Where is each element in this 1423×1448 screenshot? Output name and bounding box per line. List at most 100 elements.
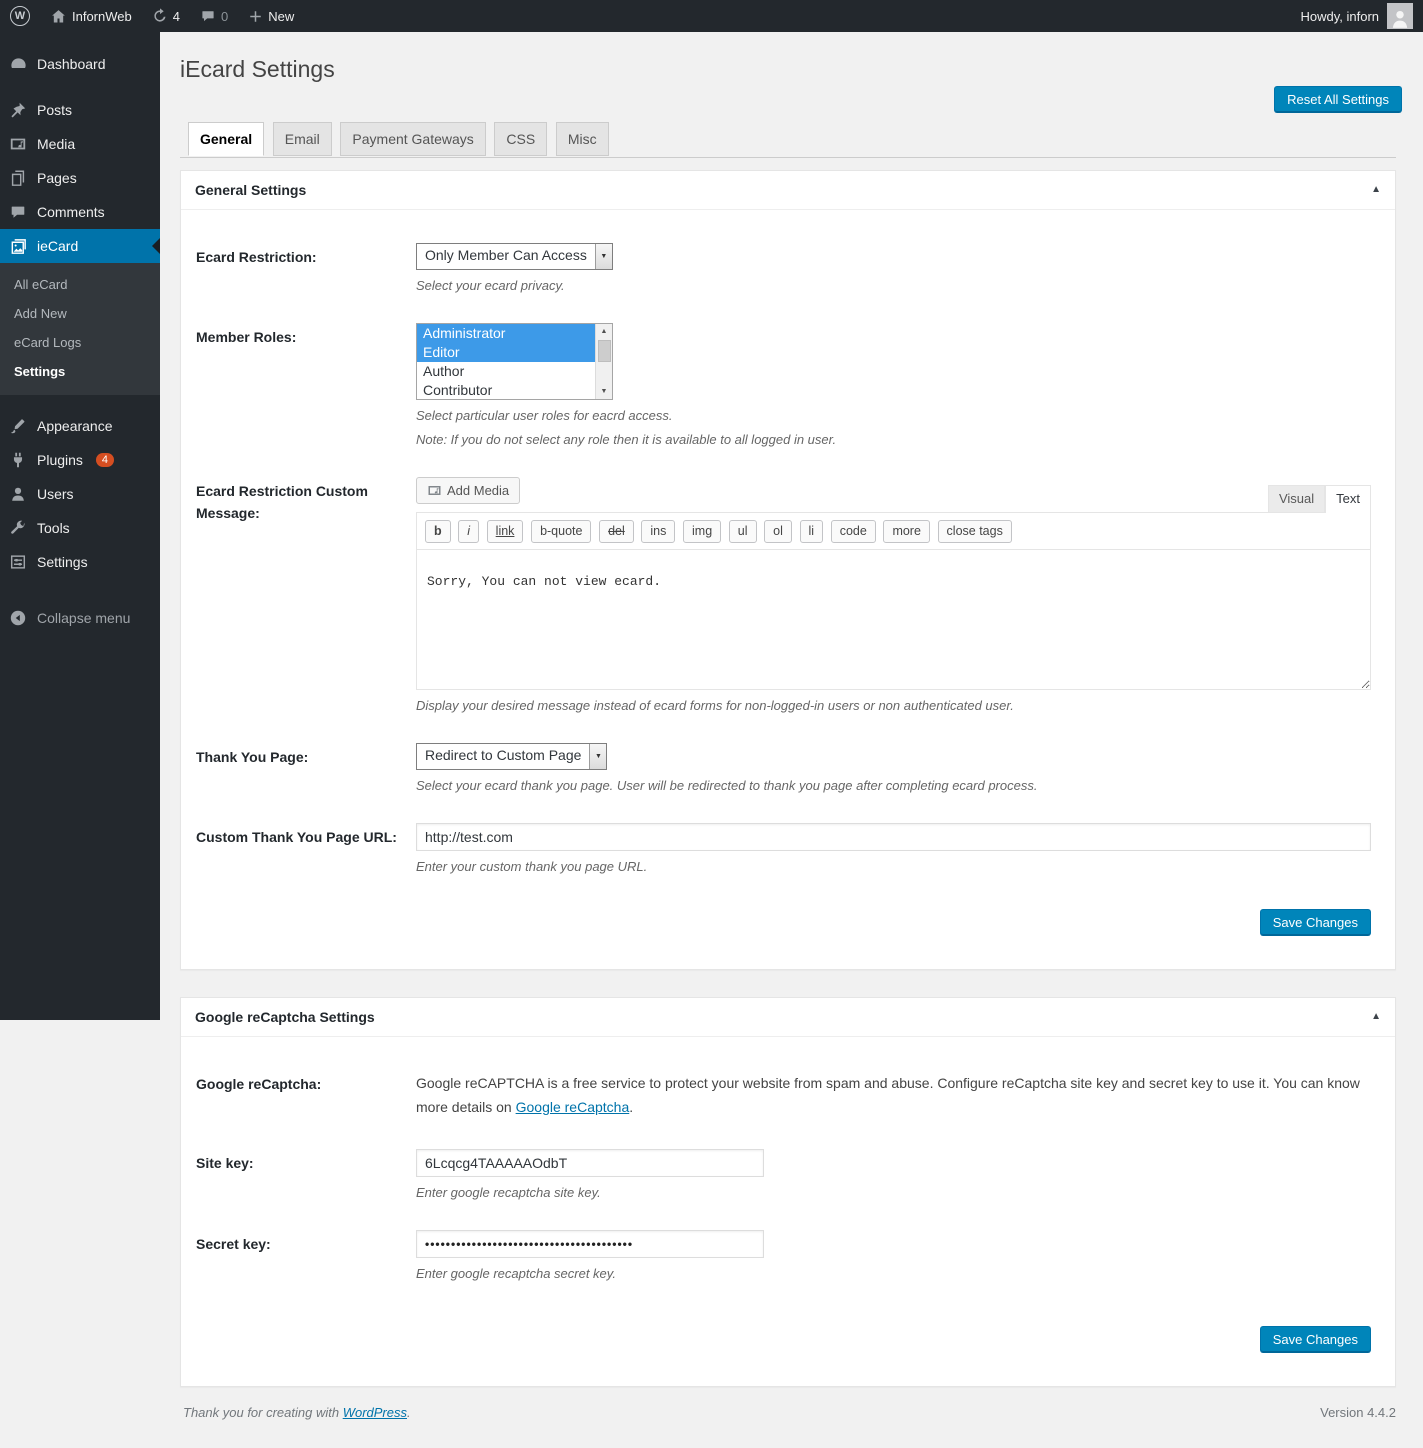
howdy-label[interactable]: Howdy, inforn xyxy=(1300,9,1379,24)
code-button[interactable]: code xyxy=(830,519,876,543)
member-roles-listbox[interactable]: Administrator Editor Author Contributor … xyxy=(416,322,613,400)
admin-sidebar: Dashboard Posts Media Pages Comments ieC… xyxy=(0,32,160,1020)
text-tab[interactable]: Text xyxy=(1325,484,1371,513)
thank-you-page-help: Select your ecard thank you page. User w… xyxy=(416,777,1038,793)
chevron-down-icon: ▼ xyxy=(594,243,612,269)
iecard-submenu: All eCard Add New eCard Logs Settings xyxy=(0,263,160,395)
li-button[interactable]: li xyxy=(799,519,824,543)
ecard-restriction-value: Only Member Can Access xyxy=(425,246,587,263)
submenu-item-add-new[interactable]: Add New xyxy=(0,299,160,328)
recaptcha-settings-box: Google reCaptcha Settings ▲ Google reCap… xyxy=(180,996,1396,1388)
sidebar-item-tools[interactable]: Tools xyxy=(0,511,160,545)
sidebar-item-label: Media xyxy=(37,136,76,152)
secret-key-input[interactable] xyxy=(416,1230,764,1259)
sidebar-item-label: Collapse menu xyxy=(37,610,131,626)
sidebar-item-appearance[interactable]: Appearance xyxy=(0,409,160,443)
sidebar-item-plugins[interactable]: Plugins 4 xyxy=(0,443,160,477)
sidebar-item-users[interactable]: Users xyxy=(0,477,160,511)
custom-message-label: Ecard Restriction Custom Message: xyxy=(196,482,368,522)
submenu-item-settings[interactable]: Settings xyxy=(0,357,160,386)
role-option-author[interactable]: Author xyxy=(417,362,595,381)
collapse-section-icon[interactable]: ▲ xyxy=(1371,184,1381,195)
role-option-contributor[interactable]: Contributor xyxy=(417,381,595,399)
custom-message-textarea[interactable]: Sorry, You can not view ecard. xyxy=(416,549,1371,690)
sidebar-item-settings[interactable]: Settings xyxy=(0,545,160,579)
ecard-restriction-select[interactable]: Only Member Can Access ▼ xyxy=(416,242,613,270)
listbox-scrollbar[interactable]: ▲ ▼ xyxy=(595,323,612,399)
page-title: iEcard Settings xyxy=(180,56,335,82)
collapse-section-icon[interactable]: ▲ xyxy=(1371,1011,1381,1022)
role-option-administrator[interactable]: Administrator xyxy=(417,323,595,343)
thank-you-page-select[interactable]: Redirect to Custom Page ▼ xyxy=(416,742,608,770)
bold-button[interactable]: b xyxy=(425,519,451,543)
sidebar-collapse-menu[interactable]: Collapse menu xyxy=(0,601,160,635)
user-icon xyxy=(8,484,28,504)
tab-general[interactable]: General xyxy=(188,121,265,156)
tab-payment-gateways[interactable]: Payment Gateways xyxy=(340,121,486,156)
add-media-button[interactable]: Add Media xyxy=(416,476,521,504)
submenu-item-ecard-logs[interactable]: eCard Logs xyxy=(0,328,160,357)
sidebar-item-label: Tools xyxy=(37,520,70,536)
google-recaptcha-link[interactable]: Google reCaptcha xyxy=(516,1099,630,1115)
message-editor: Add Media Visual Text b i link b-quote d… xyxy=(416,476,1371,690)
del-button[interactable]: del xyxy=(599,519,634,543)
ul-button[interactable]: ul xyxy=(728,519,757,543)
quicktags-toolbar: b i link b-quote del ins img ul ol li co… xyxy=(416,511,1371,550)
comments-menu[interactable]: 0 xyxy=(190,0,238,32)
link-button[interactable]: link xyxy=(486,519,524,543)
admin-bar: W InfornWeb 4 0 New Howdy, inforn xyxy=(0,0,1423,32)
sidebar-item-iecard[interactable]: ieCard xyxy=(0,229,160,263)
chevron-down-icon: ▼ xyxy=(589,743,607,769)
submenu-item-all-ecard[interactable]: All eCard xyxy=(0,270,160,299)
sidebar-item-dashboard[interactable]: Dashboard xyxy=(0,47,160,81)
italic-button[interactable]: i xyxy=(458,519,480,543)
thank-you-page-row: Thank You Page: Redirect to Custom Page … xyxy=(181,728,1395,808)
scroll-down-icon[interactable]: ▼ xyxy=(596,383,612,399)
plugin-icon xyxy=(8,450,28,470)
visual-tab[interactable]: Visual xyxy=(1267,484,1326,512)
sidebar-item-comments[interactable]: Comments xyxy=(0,195,160,229)
more-button[interactable]: more xyxy=(883,519,930,543)
sidebar-item-posts[interactable]: Posts xyxy=(0,93,160,127)
recaptcha-description-period: . xyxy=(629,1098,634,1115)
wordpress-logo-menu[interactable]: W xyxy=(0,0,40,32)
home-icon xyxy=(50,8,67,25)
bquote-button[interactable]: b-quote xyxy=(531,519,592,543)
updates-menu[interactable]: 4 xyxy=(142,0,190,32)
reset-all-settings-button[interactable]: Reset All Settings xyxy=(1274,86,1402,113)
img-button[interactable]: img xyxy=(683,519,722,543)
ol-button[interactable]: ol xyxy=(764,519,792,543)
pushpin-icon xyxy=(8,100,28,120)
wordpress-link[interactable]: WordPress xyxy=(343,1405,407,1420)
new-label: New xyxy=(268,8,295,24)
thank-you-page-value: Redirect to Custom Page xyxy=(425,746,582,763)
sidebar-item-label: Comments xyxy=(37,204,105,220)
role-option-editor[interactable]: Editor xyxy=(417,342,595,362)
member-roles-note: Note: If you do not select any role then… xyxy=(416,431,837,447)
paintbrush-icon xyxy=(8,416,28,436)
scroll-up-icon[interactable]: ▲ xyxy=(596,323,612,339)
close-tags-button[interactable]: close tags xyxy=(937,519,1012,543)
sidebar-item-pages[interactable]: Pages xyxy=(0,161,160,195)
save-changes-button[interactable]: Save Changes xyxy=(1259,908,1371,936)
dashboard-icon xyxy=(8,54,28,74)
tab-misc[interactable]: Misc xyxy=(555,121,609,156)
updates-count: 4 xyxy=(172,8,180,24)
site-name-menu[interactable]: InfornWeb xyxy=(40,0,142,32)
scrollbar-thumb[interactable] xyxy=(597,339,611,362)
custom-url-input[interactable] xyxy=(416,822,1371,851)
sidebar-item-label: Appearance xyxy=(37,418,113,434)
tab-email[interactable]: Email xyxy=(272,121,332,156)
plus-icon xyxy=(248,9,263,24)
sidebar-item-media[interactable]: Media xyxy=(0,127,160,161)
avatar[interactable] xyxy=(1387,3,1413,29)
sidebar-item-label: Posts xyxy=(37,102,73,118)
comments-icon xyxy=(8,202,28,222)
site-key-input[interactable] xyxy=(416,1149,764,1178)
iecard-icon xyxy=(8,236,28,256)
footer-thanks: Thank you for creating with WordPress. xyxy=(183,1405,411,1420)
tab-css[interactable]: CSS xyxy=(494,121,548,156)
ins-button[interactable]: ins xyxy=(641,519,676,543)
save-changes-button[interactable]: Save Changes xyxy=(1259,1326,1371,1354)
new-menu[interactable]: New xyxy=(238,0,304,32)
